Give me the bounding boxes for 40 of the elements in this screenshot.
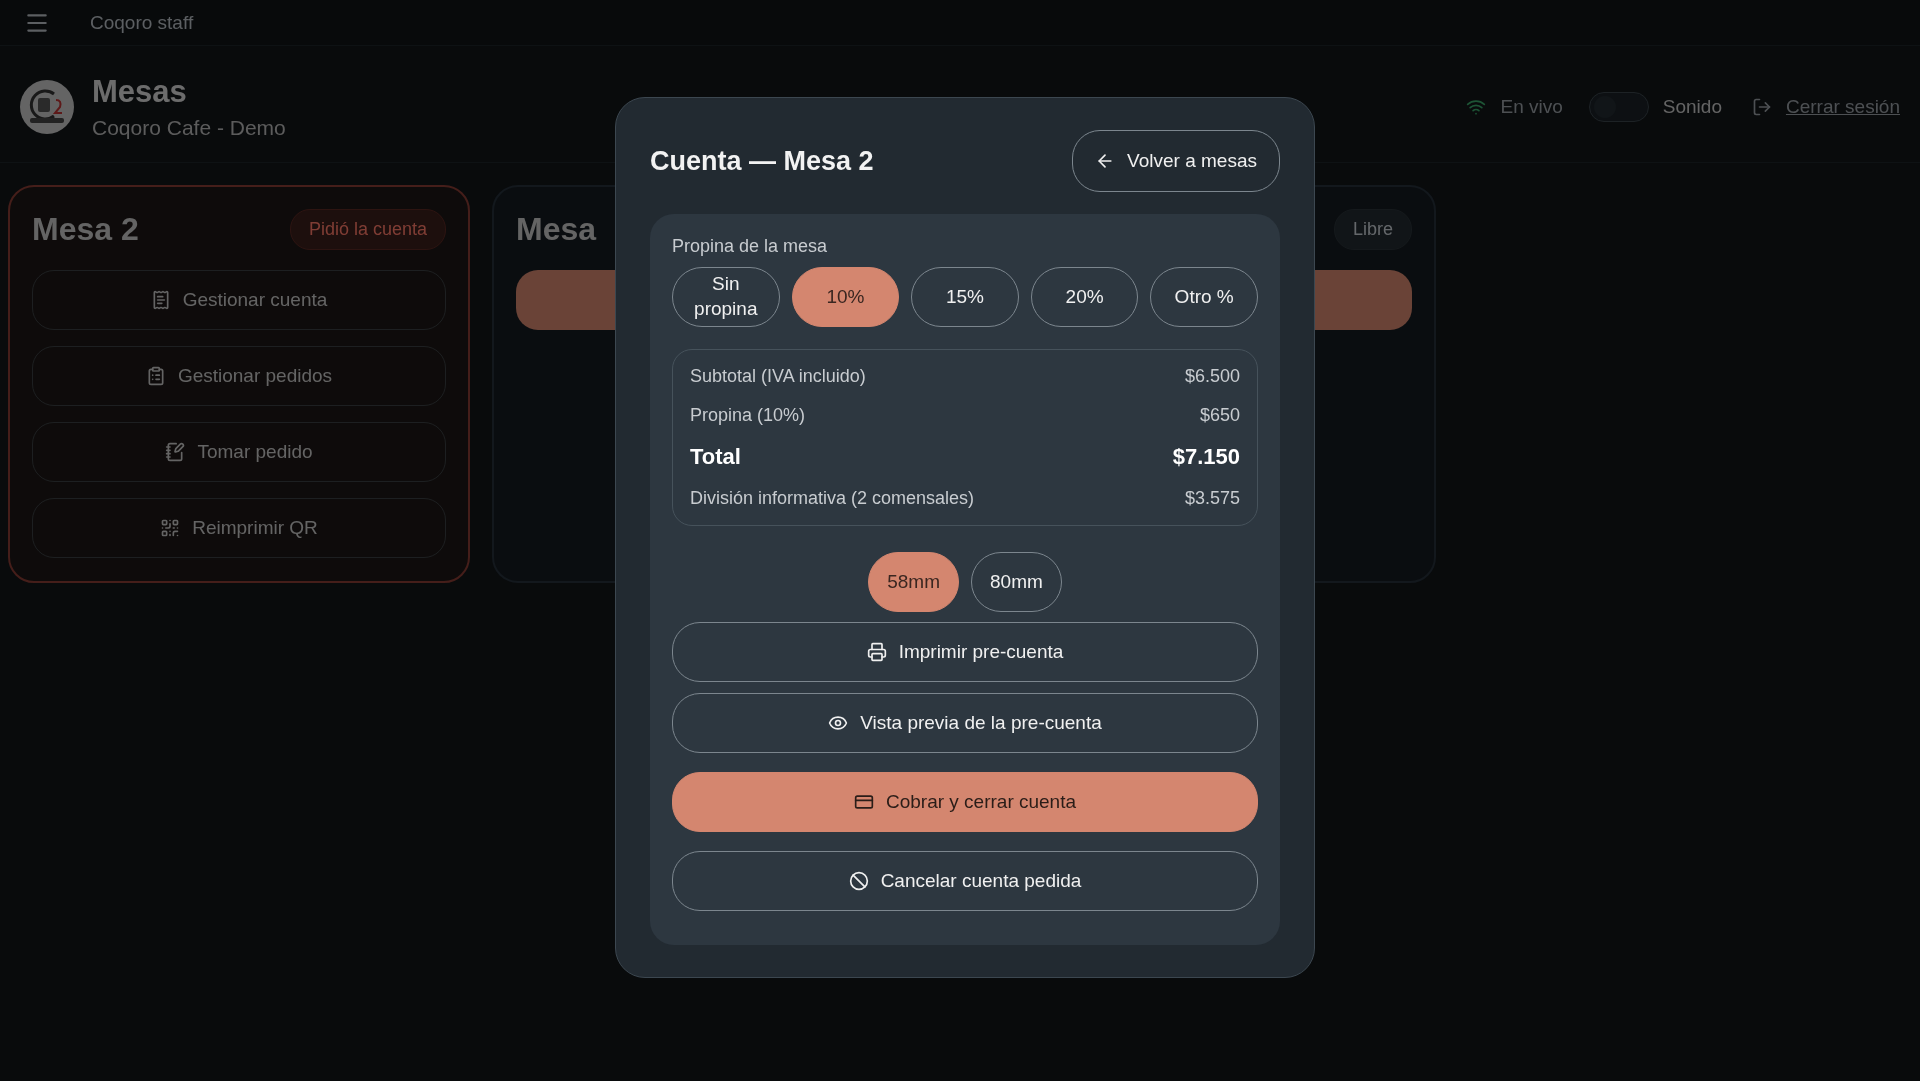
tip-option[interactable]: 10%: [791, 267, 900, 327]
credit-card-icon: [853, 792, 874, 812]
summary-label: Total: [690, 444, 741, 470]
bill-action-button[interactable]: Cancelar cuenta pedida: [672, 851, 1258, 911]
status-badge: Libre: [1333, 209, 1412, 250]
back-button[interactable]: Volver a mesas: [1072, 130, 1280, 192]
summary-label: Propina (10%): [690, 405, 806, 426]
printer-icon: [866, 642, 887, 662]
status-badge: Pidió la cuenta: [289, 209, 446, 250]
notebook-pen-icon: [165, 442, 186, 462]
summary-value: $7.150: [1172, 444, 1240, 470]
dialog-title: Cuenta — Mesa 2: [650, 145, 874, 177]
summary-value: $6.500: [1184, 366, 1240, 387]
eye-icon: [828, 713, 849, 733]
summary-label: División informativa (2 comensales): [690, 488, 975, 509]
live-status: En vivo: [1500, 96, 1563, 118]
sound-label: Sonido: [1662, 96, 1722, 118]
tip-option[interactable]: 20%: [1030, 267, 1139, 327]
tip-label: Propina de la mesa: [672, 236, 829, 257]
table-name: Mesa: [516, 211, 597, 248]
wifi-icon: [1466, 97, 1487, 117]
bill-action-button[interactable]: Cobrar y cerrar cuenta: [672, 772, 1258, 832]
sound-toggle[interactable]: [1588, 92, 1649, 122]
qr-code-icon: [160, 518, 181, 538]
bill-action-button[interactable]: Imprimir pre-cuenta: [672, 622, 1258, 682]
prohibited-icon: [848, 871, 869, 891]
bill-action-button[interactable]: Vista previa de la pre-cuenta: [672, 693, 1258, 753]
receipt-icon: [150, 290, 171, 310]
summary-value: $3.575: [1184, 488, 1240, 509]
summary-label: Subtotal (IVA incluido): [690, 366, 866, 387]
page-title: Mesas: [92, 74, 188, 110]
page-subtitle: Coqoro Cafe - Demo: [92, 116, 286, 140]
paper-size-option[interactable]: 58mm: [868, 552, 959, 612]
summary-value: $650: [1199, 405, 1240, 426]
paper-size-option[interactable]: 80mm: [971, 552, 1062, 612]
table-name: Mesa 2: [32, 211, 139, 248]
logo-icon: [20, 80, 74, 134]
logout-icon: [1751, 97, 1772, 117]
tip-option[interactable]: 15%: [911, 267, 1019, 327]
app-title: Coqoro staff: [90, 11, 194, 34]
